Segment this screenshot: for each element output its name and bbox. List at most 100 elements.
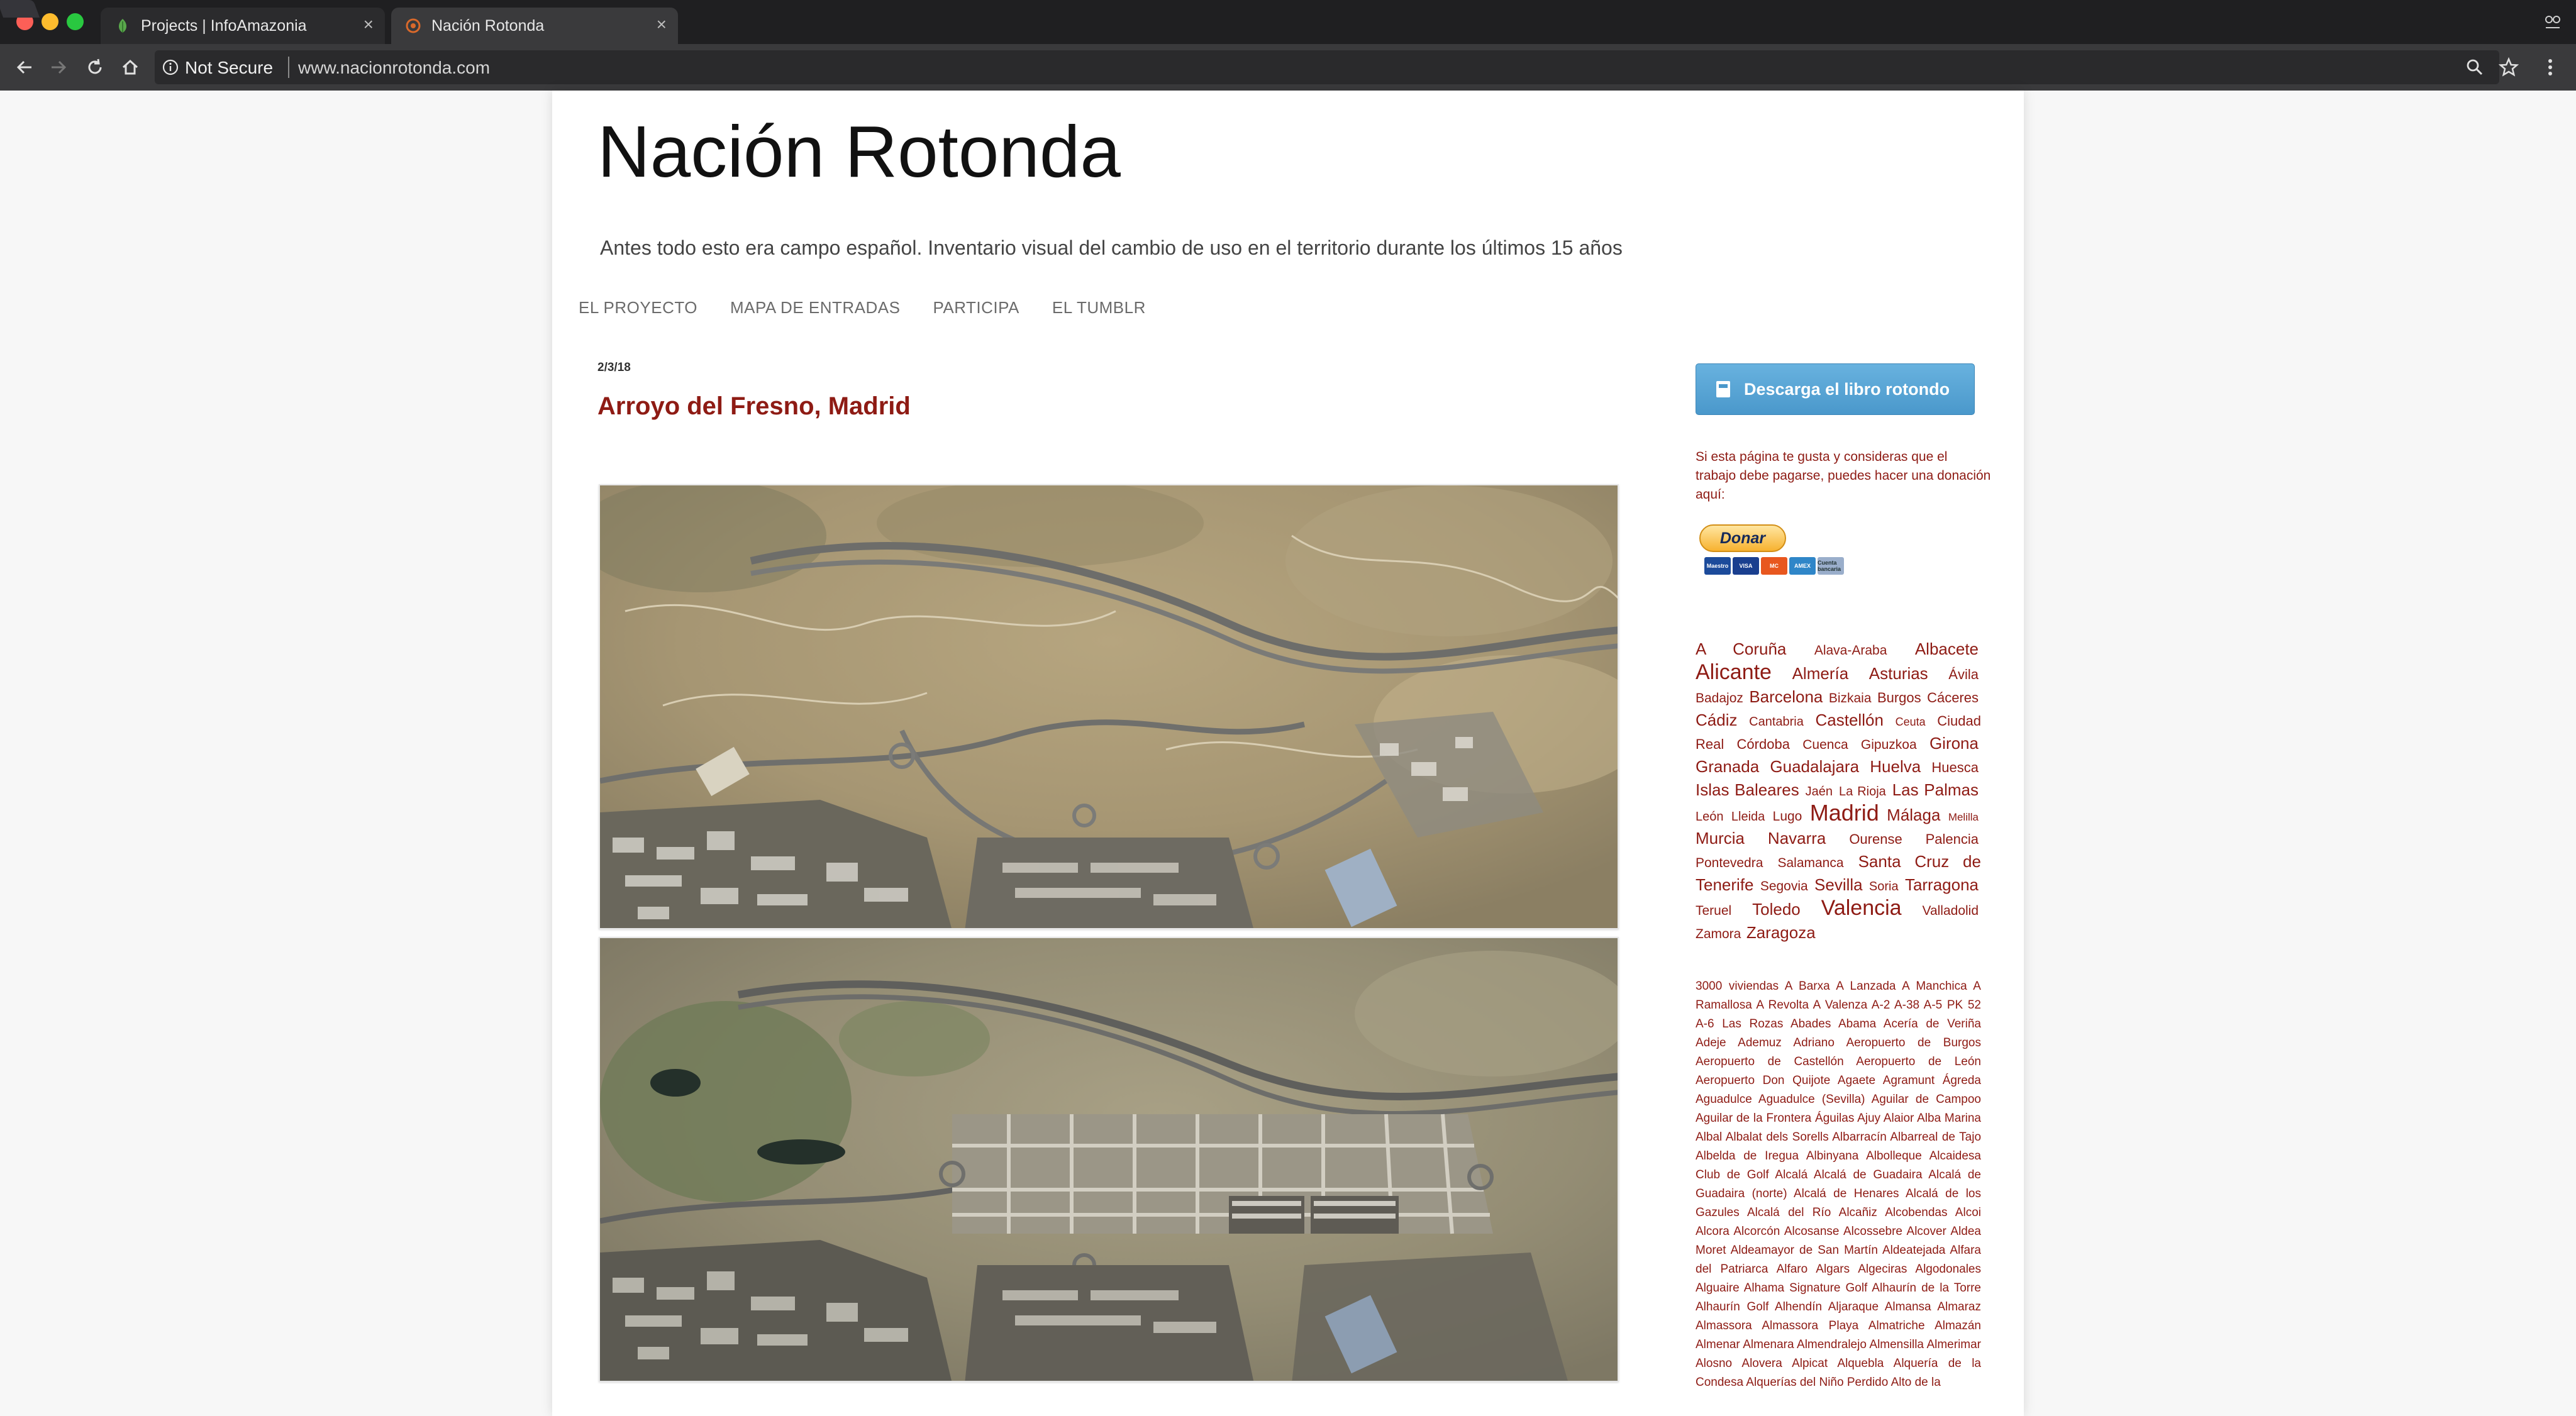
bookmark-button[interactable] — [2497, 55, 2521, 79]
place-label-link[interactable]: A Barxa — [1785, 980, 1830, 993]
province-tag[interactable]: Teruel — [1696, 904, 1731, 918]
place-label-link[interactable]: Alquerías del Niño Perdido — [1746, 1376, 1888, 1389]
province-tag[interactable]: Islas Baleares — [1696, 780, 1799, 799]
place-label-link[interactable]: Albalat dels Sorells — [1726, 1131, 1829, 1144]
place-label-link[interactable]: Almenar — [1696, 1338, 1740, 1351]
province-tag[interactable]: Lleida — [1731, 810, 1765, 824]
profile-icon[interactable] — [2543, 13, 2562, 31]
province-tag[interactable]: Bizkaia — [1829, 691, 1872, 705]
place-label-link[interactable]: Agramunt — [1883, 1074, 1935, 1087]
place-label-link[interactable]: Alcañiz — [1839, 1206, 1877, 1219]
place-label-link[interactable]: Aguadulce (Sevilla) — [1758, 1093, 1865, 1106]
reload-button[interactable] — [82, 54, 108, 80]
aerial-photo-before[interactable] — [599, 484, 1619, 929]
province-tag[interactable]: Ourense — [1849, 831, 1902, 847]
province-tag[interactable]: La Rioja — [1839, 785, 1886, 799]
place-label-link[interactable]: Almansa — [1885, 1300, 1931, 1314]
place-label-link[interactable]: Almatriche — [1868, 1319, 1925, 1332]
province-tag[interactable]: Asturias — [1869, 664, 1928, 683]
download-book-button[interactable]: Descarga el libro rotondo — [1696, 363, 1975, 415]
place-label-link[interactable]: Alcobendas — [1885, 1206, 1947, 1219]
province-tag[interactable]: Las Palmas — [1892, 780, 1979, 799]
province-tag[interactable]: A Coruña — [1696, 639, 1786, 658]
province-tag[interactable]: Granada — [1696, 757, 1759, 776]
nav-el-tumblr[interactable]: EL TUMBLR — [1052, 298, 1146, 318]
place-label-link[interactable]: Alpicat — [1792, 1357, 1828, 1370]
place-label-link[interactable]: Albarracín — [1832, 1131, 1887, 1144]
place-label-link[interactable]: Algeciras — [1858, 1263, 1907, 1276]
province-tag[interactable]: Ceuta — [1896, 716, 1926, 728]
place-label-link[interactable]: Alcalá — [1775, 1168, 1807, 1181]
place-label-link[interactable]: Abama — [1838, 1017, 1876, 1031]
province-tag[interactable]: Cantabria — [1749, 715, 1804, 729]
province-tag[interactable]: Cáceres — [1927, 690, 1979, 705]
zoom-button[interactable] — [2463, 55, 2487, 79]
province-tag[interactable]: Toledo — [1752, 900, 1801, 919]
home-button[interactable] — [117, 54, 143, 80]
tab-close-icon[interactable]: × — [364, 16, 374, 33]
place-label-link[interactable]: Almassora Playa — [1762, 1319, 1858, 1332]
province-tag[interactable]: Madrid — [1810, 800, 1879, 826]
place-label-link[interactable]: 3000 viviendas — [1696, 980, 1779, 993]
province-tag[interactable]: Palencia — [1926, 831, 1979, 847]
place-label-link[interactable]: Acería de Veriña — [1884, 1017, 1981, 1031]
place-label-link[interactable]: Almerimar — [1926, 1338, 1981, 1351]
place-label-link[interactable]: Alovera — [1741, 1357, 1782, 1370]
place-label-link[interactable]: Alcalá del Río — [1747, 1206, 1831, 1219]
place-label-link[interactable]: Aguilar de la Frontera — [1696, 1112, 1811, 1125]
place-label-link[interactable]: Alcora — [1696, 1225, 1729, 1238]
province-tag[interactable]: Badajoz — [1696, 691, 1743, 705]
place-label-link[interactable]: Aldeatejada — [1882, 1244, 1945, 1257]
place-label-link[interactable]: Almassora — [1696, 1319, 1752, 1332]
province-tag[interactable]: Girona — [1929, 734, 1979, 753]
place-label-link[interactable]: A-5 PK 52 — [1924, 998, 1981, 1012]
place-label-link[interactable]: Adeje — [1696, 1036, 1726, 1049]
browser-tab-nacion-rotonda[interactable]: Nación Rotonda × — [391, 8, 678, 44]
province-tag[interactable]: Pontevedra — [1696, 856, 1763, 870]
province-tag[interactable]: Lugo — [1773, 809, 1802, 824]
province-tag[interactable]: Segovia — [1760, 879, 1808, 893]
aerial-photo-after[interactable] — [599, 937, 1619, 1382]
place-label-link[interactable]: A Lanzada — [1836, 980, 1896, 993]
place-label-link[interactable]: Aeropuerto Don Quijote — [1696, 1074, 1830, 1087]
place-label-link[interactable]: Abades — [1790, 1017, 1831, 1031]
place-label-link[interactable]: Albolleque — [1866, 1149, 1922, 1163]
province-tag[interactable]: Zaragoza — [1746, 923, 1816, 942]
new-tab-button[interactable] — [0, 0, 40, 18]
address-bar[interactable]: Not Secure www.nacionrotonda.com — [155, 50, 2499, 84]
security-label[interactable]: Not Secure — [185, 58, 273, 78]
post-title[interactable]: Arroyo del Fresno, Madrid — [597, 392, 911, 421]
place-label-link[interactable]: A-6 Las Rozas — [1696, 1017, 1783, 1031]
province-tag[interactable]: Valladolid — [1923, 904, 1979, 918]
paypal-donate-button[interactable]: Donar Maestro VISA MC AMEX Cuenta bancar… — [1697, 524, 1867, 585]
province-tag[interactable]: León — [1696, 810, 1724, 824]
province-tag[interactable]: Zamora — [1696, 927, 1741, 941]
place-label-link[interactable]: Almazán — [1935, 1319, 1981, 1332]
place-label-link[interactable]: Ajuy — [1857, 1112, 1880, 1125]
province-tag[interactable]: Barcelona — [1749, 687, 1823, 706]
place-label-link[interactable]: Alhendín — [1775, 1300, 1822, 1314]
province-tag[interactable]: Castellón — [1816, 711, 1884, 729]
place-label-link[interactable]: Alaior — [1884, 1112, 1914, 1125]
province-tag[interactable]: Navarra — [1768, 829, 1826, 848]
place-label-link[interactable]: Almenara — [1743, 1338, 1794, 1351]
province-tag[interactable]: Gipuzkoa — [1861, 738, 1917, 752]
place-label-link[interactable]: Aeropuerto de Castellón — [1696, 1055, 1844, 1068]
place-label-link[interactable]: A-38 — [1894, 998, 1919, 1012]
place-label-link[interactable]: Almendralejo — [1797, 1338, 1867, 1351]
place-label-link[interactable]: Aeropuerto de Burgos — [1846, 1036, 1981, 1049]
place-label-link[interactable]: Algars — [1816, 1263, 1850, 1276]
place-label-link[interactable]: Alcoi — [1955, 1206, 1981, 1219]
place-label-link[interactable]: Alcalá de Guadaira — [1814, 1168, 1923, 1181]
nav-mapa-de-entradas[interactable]: MAPA DE ENTRADAS — [730, 298, 900, 318]
blog-title[interactable]: Nación Rotonda — [597, 109, 1121, 194]
province-tag[interactable]: Córdoba — [1737, 736, 1790, 752]
place-label-link[interactable]: Águilas — [1815, 1112, 1854, 1125]
place-label-link[interactable]: Alcosanse — [1784, 1225, 1840, 1238]
province-tag[interactable]: Valencia — [1821, 896, 1902, 920]
province-tag[interactable]: Albacete — [1915, 639, 1979, 658]
place-label-link[interactable]: Albarreal de Tajo — [1890, 1131, 1981, 1144]
place-label-link[interactable]: Alhaurín de la Torre — [1872, 1281, 1981, 1295]
place-label-link[interactable]: Alba Marina — [1917, 1112, 1981, 1125]
province-tag[interactable]: Murcia — [1696, 829, 1745, 848]
